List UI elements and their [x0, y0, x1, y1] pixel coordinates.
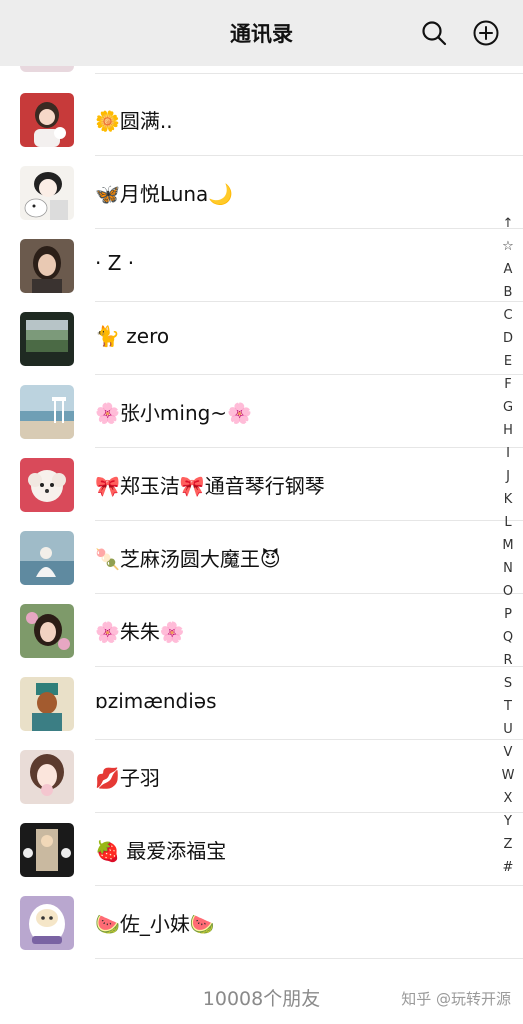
index-letter[interactable]: #: [498, 856, 518, 879]
collage-avatar[interactable]: [20, 823, 74, 877]
girl-filter-avatar[interactable]: [20, 750, 74, 804]
index-letter[interactable]: ↑: [498, 212, 518, 235]
contact-name: 🍡芝麻汤圆大魔王😈: [95, 547, 281, 571]
index-letter[interactable]: U: [498, 718, 518, 741]
contact-row[interactable]: 🦋月悦Luna🌙: [0, 156, 523, 229]
contact-row[interactable]: 🌸张小ming~🌸: [0, 375, 523, 448]
index-letter[interactable]: T: [498, 695, 518, 718]
index-letter[interactable]: J: [498, 465, 518, 488]
sea-person-avatar[interactable]: [20, 531, 74, 585]
contact-name: 🍉佐_小妹🍉: [95, 912, 215, 936]
index-letter[interactable]: D: [498, 327, 518, 350]
contact-row[interactable]: 🌼圆满..: [0, 83, 523, 156]
watermark: 知乎 @玩转开源: [401, 990, 511, 1008]
contact-name: 🎀郑玉洁🎀通音琴行钢琴: [95, 474, 325, 498]
index-letter[interactable]: O: [498, 580, 518, 603]
index-letter[interactable]: B: [498, 281, 518, 304]
index-letter[interactable]: C: [498, 304, 518, 327]
girl-sketch-dog-avatar[interactable]: [20, 166, 74, 220]
contact-name: · Z ·: [95, 251, 135, 275]
contact-name: 🦋月悦Luna🌙: [95, 182, 234, 206]
top-bar: 通讯录: [0, 0, 523, 66]
contact-row[interactable]: 🍉佐_小妹🍉: [0, 886, 523, 959]
add-circle-icon[interactable]: [473, 20, 499, 46]
index-letter[interactable]: V: [498, 741, 518, 764]
beach-photo-avatar[interactable]: [20, 385, 74, 439]
statue-avatar[interactable]: [20, 677, 74, 731]
alphabet-index-bar[interactable]: ↑ ☆ A B C D E F G H I J K L M N O P Q R S T U V W X Y Z #: [498, 212, 518, 879]
index-letter[interactable]: ☆: [498, 235, 518, 258]
index-letter[interactable]: K: [498, 488, 518, 511]
landscape-photo-avatar[interactable]: [20, 312, 74, 366]
partial-list-item: [0, 66, 523, 74]
contact-row[interactable]: 💋子羽: [0, 740, 523, 813]
index-letter[interactable]: W: [498, 764, 518, 787]
avatar: [20, 66, 74, 72]
index-letter[interactable]: M: [498, 534, 518, 557]
contact-row[interactable]: 🎀郑玉洁🎀通音琴行钢琴: [0, 448, 523, 521]
index-letter[interactable]: P: [498, 603, 518, 626]
index-letter[interactable]: Q: [498, 626, 518, 649]
index-letter[interactable]: L: [498, 511, 518, 534]
contact-name: 🌸张小ming~🌸: [95, 401, 252, 425]
index-letter[interactable]: G: [498, 396, 518, 419]
index-letter[interactable]: A: [498, 258, 518, 281]
contact-row[interactable]: · Z ·: [0, 229, 523, 302]
index-letter[interactable]: H: [498, 419, 518, 442]
contact-row[interactable]: ɒzimændiəs: [0, 667, 523, 740]
contact-row[interactable]: 🌸朱朱🌸: [0, 594, 523, 667]
contact-name: 🍓 最爱添福宝: [95, 839, 227, 863]
index-letter[interactable]: E: [498, 350, 518, 373]
contact-row[interactable]: 🍓 最爱添福宝: [0, 813, 523, 886]
index-letter[interactable]: N: [498, 557, 518, 580]
index-letter[interactable]: F: [498, 373, 518, 396]
index-letter[interactable]: X: [498, 787, 518, 810]
index-letter[interactable]: I: [498, 442, 518, 465]
index-letter[interactable]: R: [498, 649, 518, 672]
daruma-cartoon-avatar[interactable]: [20, 896, 74, 950]
divider: [95, 73, 523, 74]
index-letter[interactable]: Y: [498, 810, 518, 833]
contact-row[interactable]: 🍡芝麻汤圆大魔王😈: [0, 521, 523, 594]
contact-name: 🌼圆满..: [95, 109, 173, 133]
contact-name: ɒzimændiəs: [95, 689, 217, 713]
search-icon[interactable]: [421, 20, 447, 46]
woman-photo-avatar[interactable]: [20, 239, 74, 293]
contact-row[interactable]: 🐈 zero: [0, 302, 523, 375]
girl-cartoon-red-avatar[interactable]: [20, 93, 74, 147]
woman-flowers-avatar[interactable]: [20, 604, 74, 658]
index-letter[interactable]: Z: [498, 833, 518, 856]
index-letter[interactable]: S: [498, 672, 518, 695]
contact-name: 🌸朱朱🌸: [95, 620, 185, 644]
poodle-photo-avatar[interactable]: [20, 458, 74, 512]
contact-list[interactable]: 🌼圆满.. 🦋月悦Luna🌙 · Z · 🐈 zero 🌸张小ming~🌸 🎀郑…: [0, 66, 523, 964]
divider: [95, 958, 523, 959]
contact-name: 🐈 zero: [95, 324, 170, 348]
contact-name: 💋子羽: [95, 766, 160, 790]
